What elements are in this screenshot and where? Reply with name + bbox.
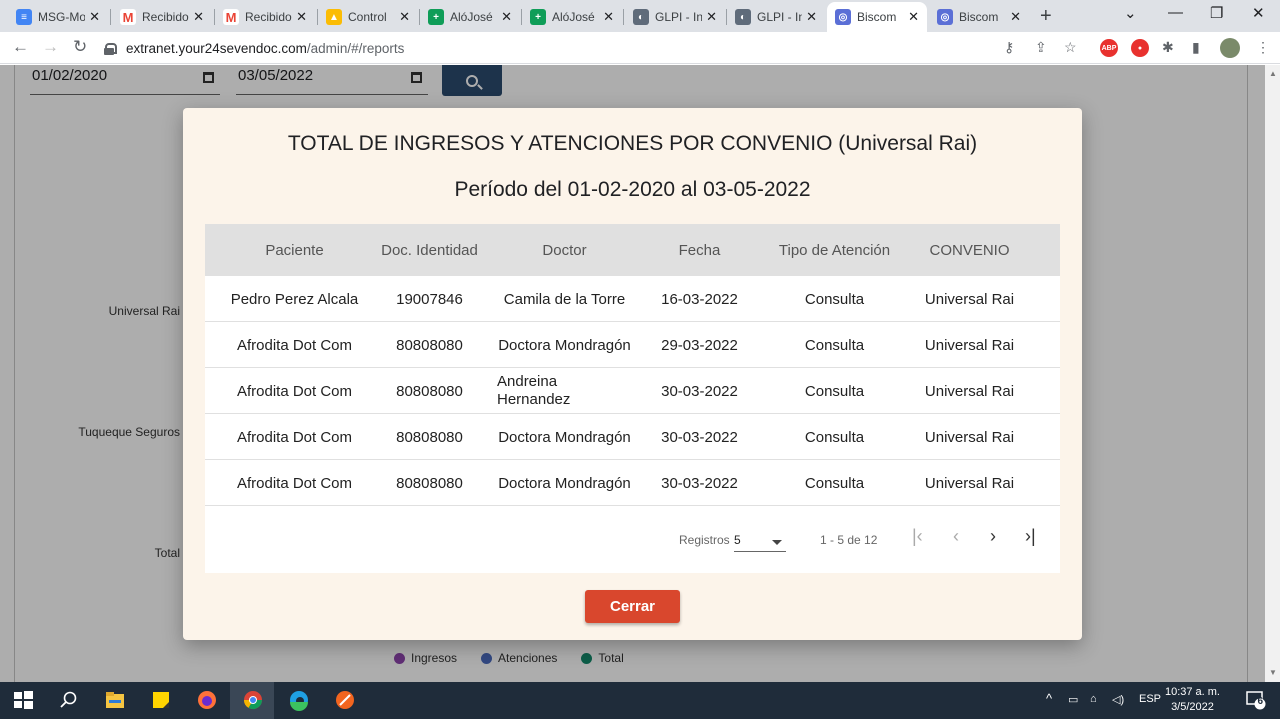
tab-strip: ≡ MSG-Mo ✕ M Recibido ✕ M Recibido ✕ ▲ Cont… <box>0 0 1280 32</box>
close-button[interactable]: Cerrar <box>585 590 680 623</box>
glpi-icon: ◐ <box>633 9 649 25</box>
table-row[interactable]: Afrodita Dot Com 80808080 Doctora Mondra… <box>205 414 1060 460</box>
column-header[interactable]: CONVENIO <box>902 224 1037 276</box>
app-orange-icon[interactable] <box>334 689 356 711</box>
key-icon[interactable]: ⚷ <box>1004 39 1014 56</box>
previous-page-icon[interactable]: ‹ <box>953 526 959 547</box>
browser-tab[interactable]: M Recibido ✕ <box>215 2 315 32</box>
close-tab-icon[interactable]: ✕ <box>908 9 919 25</box>
share-icon[interactable]: ⇪ <box>1035 39 1047 56</box>
battery-icon[interactable]: ▭ <box>1068 693 1078 706</box>
report-detail-dialog: TOTAL DE INGRESOS Y ATENCIONES POR CONVE… <box>183 108 1082 640</box>
browser-tab[interactable]: ◐ GLPI - In ✕ <box>625 2 725 32</box>
scroll-up-icon[interactable]: ▲ <box>1269 69 1277 78</box>
close-tab-icon[interactable]: ✕ <box>296 9 307 25</box>
back-icon[interactable]: ← <box>12 37 29 57</box>
minimize-icon[interactable]: — <box>1168 4 1183 21</box>
url-path: /admin/#/reports <box>306 40 405 56</box>
reload-icon[interactable]: ↻ <box>73 37 87 57</box>
column-header[interactable]: Doc. Identidad <box>362 224 497 276</box>
close-tab-icon[interactable]: ✕ <box>1010 9 1021 25</box>
scroll-down-icon[interactable]: ▼ <box>1269 668 1277 677</box>
browser-tab[interactable]: ≡ MSG-Mo ✕ <box>8 2 108 32</box>
first-page-icon[interactable]: |‹ <box>912 526 923 547</box>
browser-tab[interactable]: + AlóJosé ✕ <box>522 2 622 32</box>
drive-icon: ▲ <box>326 9 342 25</box>
sticky-notes-icon[interactable] <box>150 689 172 711</box>
windows-start-icon[interactable] <box>12 689 34 711</box>
restore-icon[interactable]: ❐ <box>1210 4 1223 22</box>
windows-taskbar: ^ ▭ ⌂ ◁) ESP 10:37 a. m. 3/5/2022 6 <box>0 682 1280 719</box>
table-paginator: Registros 5 1 - 5 de 12 |‹ ‹ › ›| <box>205 508 1060 573</box>
system-clock[interactable]: 10:37 a. m. 3/5/2022 <box>1165 685 1220 715</box>
biscom-icon: ◎ <box>937 9 953 25</box>
browser-tab-active[interactable]: ◎ Biscom ✕ <box>827 2 927 32</box>
notification-count: 6 <box>1257 696 1263 707</box>
tray-chevron-icon[interactable]: ^ <box>1046 691 1052 706</box>
close-tab-icon[interactable]: ✕ <box>193 9 204 25</box>
new-tab-icon[interactable]: + <box>1040 5 1052 28</box>
biscom-icon: ◎ <box>835 9 851 25</box>
file-explorer-icon[interactable] <box>104 689 126 711</box>
close-tab-icon[interactable]: ✕ <box>501 9 512 25</box>
browser-toolbar: ← → ↻ extranet.your24sevendoc.com/admin/… <box>0 32 1280 64</box>
dialog-subtitle: Período del 01-02-2020 al 03-05-2022 <box>454 178 811 201</box>
forward-icon[interactable]: → <box>42 37 59 57</box>
extensions-puzzle-icon[interactable]: ✱ <box>1162 39 1174 56</box>
close-window-icon[interactable]: ✕ <box>1252 4 1265 22</box>
address-bar[interactable]: extranet.your24sevendoc.com/admin/#/repo… <box>104 35 1104 61</box>
page-size-label: Registros <box>679 533 730 547</box>
glpi-icon: ◐ <box>735 9 751 25</box>
notifications-icon[interactable] <box>1246 690 1266 710</box>
bookmark-star-icon[interactable]: ☆ <box>1064 39 1077 56</box>
browser-tab[interactable]: + AlóJosé ✕ <box>420 2 520 32</box>
url-host: extranet.your24sevendoc.com <box>126 40 307 56</box>
volume-icon[interactable]: ◁) <box>1112 693 1124 706</box>
adblock-icon[interactable]: ABP <box>1100 39 1118 57</box>
table-row[interactable]: Afrodita Dot Com 80808080 Doctora Mondra… <box>205 460 1060 506</box>
close-tab-icon[interactable]: ✕ <box>806 9 817 25</box>
close-tab-icon[interactable]: ✕ <box>89 9 100 25</box>
column-header[interactable]: Fecha <box>632 224 767 276</box>
browser-tab[interactable]: ◐ GLPI - In ✕ <box>727 2 825 32</box>
table-row[interactable]: Pedro Perez Alcala 19007846 Camila de la… <box>205 276 1060 322</box>
gmail-icon: M <box>223 9 239 25</box>
docs-icon: ≡ <box>16 9 32 25</box>
tab-search-icon[interactable]: ⌄ <box>1124 4 1137 22</box>
table-header: Paciente Doc. Identidad Doctor Fecha Tip… <box>205 224 1060 276</box>
extension-red-icon[interactable]: ● <box>1131 39 1149 57</box>
browser-tab[interactable]: M Recibido ✕ <box>112 2 212 32</box>
edge-icon[interactable] <box>288 689 310 711</box>
search-icon[interactable] <box>58 689 80 711</box>
column-header[interactable]: Tipo de Atención <box>767 224 902 276</box>
page-size-select[interactable]: 5 <box>734 526 786 552</box>
table-row[interactable]: Afrodita Dot Com 80808080 Andreina Herna… <box>205 368 1060 414</box>
close-tab-icon[interactable]: ✕ <box>706 9 717 25</box>
dropdown-caret-icon <box>772 540 782 545</box>
side-panel-icon[interactable]: ▮ <box>1192 39 1200 56</box>
menu-kebab-icon[interactable]: ⋮ <box>1256 39 1270 56</box>
last-page-icon[interactable]: ›| <box>1025 526 1036 547</box>
sheets-icon: + <box>428 9 444 25</box>
page-range: 1 - 5 de 12 <box>820 533 878 547</box>
sheets-icon: + <box>530 9 546 25</box>
column-header[interactable]: Paciente <box>227 224 362 276</box>
lock-icon <box>104 42 117 55</box>
page-scrollbar[interactable]: ▲ ▼ <box>1265 65 1280 682</box>
table-row[interactable]: Afrodita Dot Com 80808080 Doctora Mondra… <box>205 322 1060 368</box>
browser-tab[interactable]: ◎ Biscom ✕ <box>929 2 1029 32</box>
records-table: Paciente Doc. Identidad Doctor Fecha Tip… <box>205 224 1060 573</box>
close-tab-icon[interactable]: ✕ <box>603 9 614 25</box>
gmail-icon: M <box>120 9 136 25</box>
dialog-title: TOTAL DE INGRESOS Y ATENCIONES POR CONVE… <box>287 132 978 155</box>
firefox-icon[interactable] <box>196 689 218 711</box>
profile-avatar[interactable] <box>1220 38 1240 58</box>
chrome-icon[interactable] <box>242 689 264 711</box>
close-tab-icon[interactable]: ✕ <box>399 9 410 25</box>
next-page-icon[interactable]: › <box>990 526 996 547</box>
language-indicator[interactable]: ESP <box>1139 693 1161 705</box>
browser-tab[interactable]: ▲ Control ✕ <box>318 2 418 32</box>
column-header[interactable]: Doctor <box>497 224 632 276</box>
network-icon[interactable]: ⌂ <box>1090 693 1097 705</box>
